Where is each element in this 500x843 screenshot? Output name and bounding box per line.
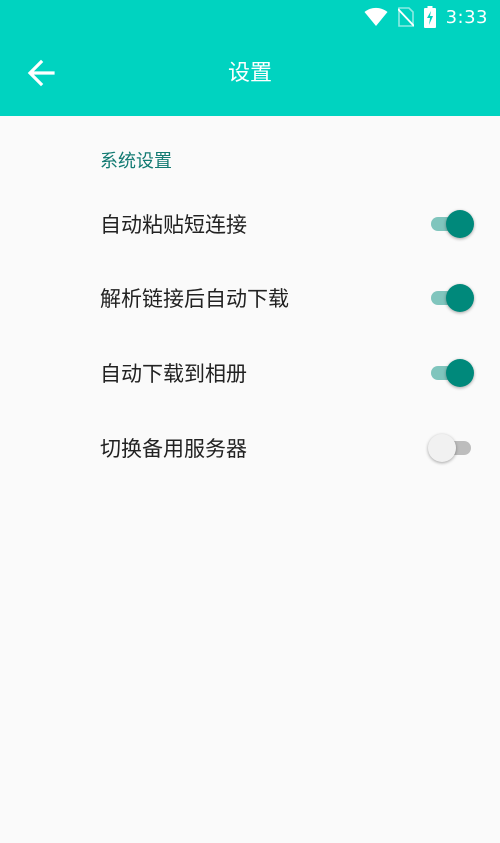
switch-thumb xyxy=(428,434,456,462)
setting-row-save-to-album[interactable]: 自动下载到相册 xyxy=(0,336,500,410)
toolbar: 设置 xyxy=(0,34,500,116)
setting-row-auto-download[interactable]: 解析链接后自动下载 xyxy=(0,261,500,335)
switch-thumb xyxy=(446,359,474,387)
save-to-album-switch[interactable] xyxy=(428,357,474,389)
auto-paste-switch[interactable] xyxy=(428,208,474,240)
status-time: 3:33 xyxy=(445,6,488,28)
battery-charging-icon xyxy=(423,6,436,28)
status-icons: 3:33 xyxy=(364,4,488,30)
section-header-system-settings: 系统设置 xyxy=(100,151,172,172)
no-sim-icon xyxy=(397,7,414,27)
setting-label-save-to-album: 自动下载到相册 xyxy=(100,362,247,386)
setting-row-backup-server[interactable]: 切换备用服务器 xyxy=(0,411,500,485)
setting-label-auto-paste: 自动粘贴短连接 xyxy=(100,213,247,237)
auto-download-switch[interactable] xyxy=(428,282,474,314)
setting-label-backup-server: 切换备用服务器 xyxy=(100,437,247,461)
setting-label-auto-download: 解析链接后自动下载 xyxy=(100,287,289,311)
setting-row-auto-paste[interactable]: 自动粘贴短连接 xyxy=(0,187,500,261)
switch-thumb xyxy=(446,284,474,312)
wifi-icon xyxy=(364,7,388,27)
switch-thumb xyxy=(446,210,474,238)
backup-server-switch[interactable] xyxy=(428,432,474,464)
status-bar: 3:33 xyxy=(0,0,500,34)
page-title: 设置 xyxy=(227,61,272,86)
